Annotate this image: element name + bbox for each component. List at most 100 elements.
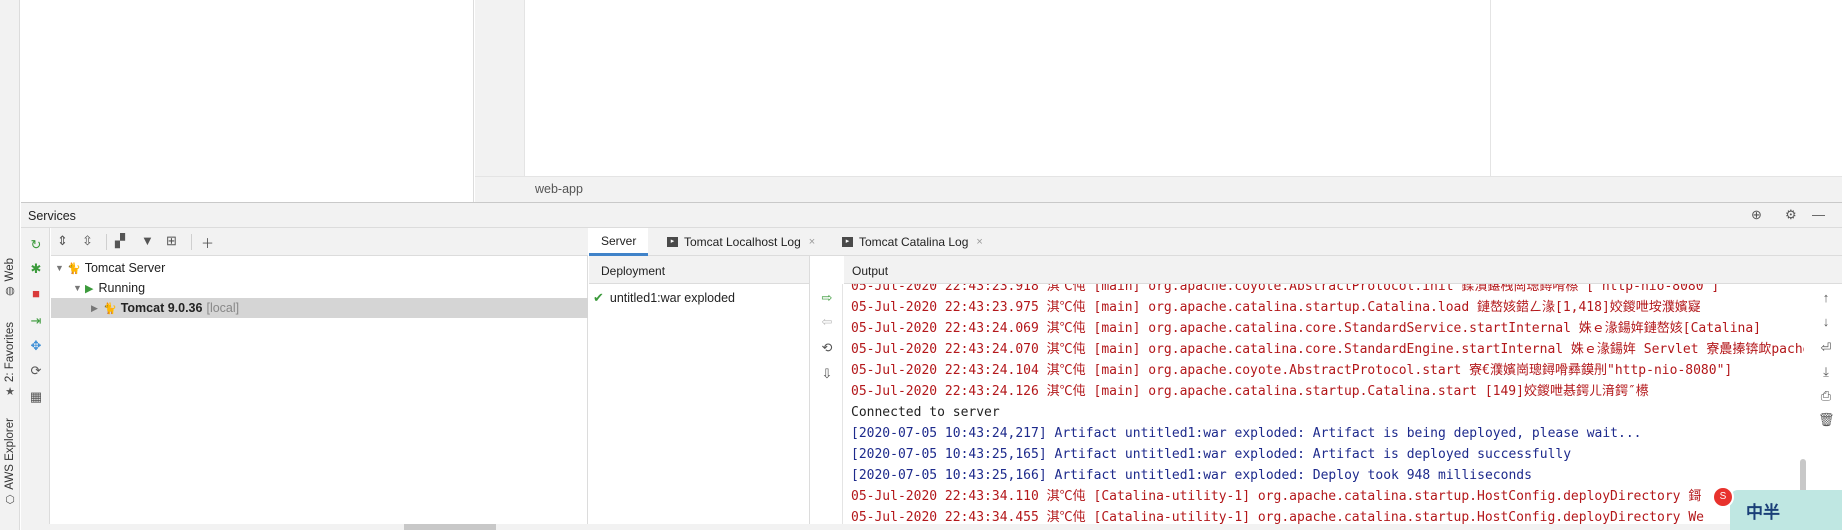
run-icon: ▶: [85, 282, 94, 295]
gear-icon[interactable]: ⚙: [1785, 207, 1797, 223]
clear-all-icon[interactable]: 🗑: [1818, 412, 1835, 428]
editor-area[interactable]: [526, 0, 1491, 176]
tool-tab-web-label: Web: [4, 258, 16, 282]
console-line: 05-Jul-2020 22:43:24.104 淇℃伅 [main] org.…: [851, 363, 1733, 378]
deployment-list: ✔ untitled1:war exploded: [589, 284, 810, 530]
expand-arrow-icon[interactable]: ▼: [55, 263, 67, 273]
scroll-down-icon[interactable]: ↓: [1818, 314, 1834, 329]
expand-arrow-icon[interactable]: ▼: [73, 283, 85, 293]
globe-icon: ◍: [5, 285, 15, 298]
rerun-icon[interactable]: ↻: [27, 236, 45, 254]
stop-icon[interactable]: ■: [27, 285, 45, 303]
debug-icon[interactable]: ✱: [27, 260, 45, 278]
ime-badge-icon: S: [1712, 486, 1734, 508]
ime-label: 中半: [1746, 503, 1780, 523]
editor-right-area: [1492, 0, 1842, 176]
output-header-label: Output: [852, 264, 889, 278]
tomcat-icon: 🐈: [103, 302, 117, 315]
console-line: 05-Jul-2020 22:43:34.110 淇℃伅 [Catalina-u…: [851, 489, 1702, 504]
deployment-item-label: untitled1:war exploded: [609, 291, 735, 305]
soft-wrap-icon[interactable]: ⏎: [1818, 340, 1834, 356]
editor-gutter: [475, 0, 525, 176]
tool-tab-web[interactable]: Web ◍: [0, 258, 20, 297]
console-line: [2020-07-05 10:43:25,165] Artifact untit…: [851, 447, 1572, 462]
update-icon[interactable]: ⇩: [819, 366, 835, 382]
redeploy-icon[interactable]: ⟲: [819, 340, 835, 356]
tool-tab-aws-explorer[interactable]: AWS Explorer ⬡: [0, 418, 20, 506]
project-panel: [21, 0, 474, 202]
collapse-all-icon[interactable]: ⇳: [82, 233, 93, 249]
console-output[interactable]: 05-Jul-2020 22:43:23.918 淇℃伅 [main] org.…: [844, 284, 1804, 530]
services-tree: ▼ 🐈 Tomcat Server ▼ ▶ Running ▶ 🐈 Tomcat…: [51, 256, 588, 530]
deployment-item[interactable]: ✔ untitled1:war exploded: [593, 290, 735, 306]
tool-tab-aws-label: AWS Explorer: [4, 418, 16, 490]
expand-arrow-icon[interactable]: ▶: [91, 303, 103, 314]
refresh-icon[interactable]: ⟳: [27, 362, 45, 380]
console-line: 05-Jul-2020 22:43:24.069 淇℃伅 [main] org.…: [851, 321, 1762, 336]
deploy-arrow-icon[interactable]: ⇨: [819, 290, 835, 306]
add-icon[interactable]: ＋: [201, 233, 214, 252]
horizontal-scrollbar[interactable]: [21, 524, 1842, 530]
filter-icon[interactable]: ▼: [141, 233, 154, 248]
close-icon[interactable]: ×: [976, 236, 982, 248]
deployment-actions: ⇨ ⇦ ⟲ ⇩: [811, 284, 843, 530]
open-new-tab-icon[interactable]: ⊞: [166, 233, 177, 249]
close-icon[interactable]: ×: [809, 236, 815, 248]
deploy-icon[interactable]: ⇥: [27, 312, 45, 330]
tomcat-icon: 🐈: [67, 262, 81, 275]
services-title: Services: [28, 209, 76, 223]
tree-node-suffix: [local]: [206, 301, 240, 315]
undeploy-icon[interactable]: ⇦: [819, 314, 835, 330]
log-icon: ▸: [842, 237, 853, 247]
console-line: [2020-07-05 10:43:25,166] Artifact untit…: [851, 468, 1532, 483]
group-services-icon[interactable]: ▞: [115, 233, 125, 249]
console-line: Connected to server: [851, 405, 1000, 420]
output-header: Output: [844, 256, 1842, 284]
tree-node-label: Tomcat Server: [84, 261, 166, 275]
tool-tab-favorites[interactable]: 2: Favorites ★: [0, 322, 20, 398]
tab-tomcat-catalina-log[interactable]: ▸ Tomcat Catalina Log ×: [834, 228, 991, 256]
layout-icon[interactable]: ▦: [27, 388, 45, 406]
toolbar-separator: [106, 234, 107, 250]
tool-tab-favorites-label: 2: Favorites: [4, 322, 16, 383]
tree-node-running[interactable]: ▼ ▶ Running: [51, 278, 588, 298]
services-actions: ↻ ✱ ■ ⇥ ✥ ⟳ ▦: [21, 228, 50, 530]
scroll-to-end-icon[interactable]: ⤓: [1818, 364, 1834, 380]
details-tabs: Server ▸ Tomcat Localhost Log × ▸ Tomcat…: [589, 228, 1842, 256]
tree-node-label: Running: [98, 281, 146, 295]
console-line: 05-Jul-2020 22:43:23.918 淇℃伅 [main] org.…: [851, 284, 1720, 294]
toolbar-separator: [191, 234, 192, 250]
console-line: 05-Jul-2020 22:43:24.070 淇℃伅 [main] org.…: [851, 342, 1804, 357]
deployment-header-label: Deployment: [601, 264, 666, 278]
tree-node-tomcat-instance[interactable]: ▶ 🐈 Tomcat 9.0.36 [local]: [51, 298, 588, 318]
scroll-up-icon[interactable]: ↑: [1818, 290, 1834, 305]
checkmark-icon: ✔: [593, 290, 604, 305]
console-lines: 05-Jul-2020 22:43:23.918 淇℃伅 [main] org.…: [851, 284, 1804, 528]
tab-server[interactable]: Server: [589, 228, 649, 256]
target-icon[interactable]: ⊕: [1751, 207, 1762, 223]
console-line: 05-Jul-2020 22:43:23.975 淇℃伅 [main] org.…: [851, 300, 1701, 315]
tab-label: Tomcat Catalina Log: [859, 235, 969, 249]
star-icon: ★: [5, 386, 15, 399]
console-line: 05-Jul-2020 22:43:24.126 淇℃伅 [main] org.…: [851, 384, 1649, 399]
print-icon[interactable]: ⎙: [1818, 388, 1834, 404]
tab-label: Server: [601, 233, 637, 248]
tree-node-tomcat-server[interactable]: ▼ 🐈 Tomcat Server: [51, 258, 588, 278]
expand-all-icon[interactable]: ⇕: [57, 233, 68, 249]
horizontal-scroll-thumb[interactable]: [404, 524, 496, 530]
left-tool-stripe: Web ◍ 2: Favorites ★ AWS Explorer ⬡: [0, 0, 20, 530]
services-header: Services ⊕ ⚙ —: [21, 202, 1842, 228]
breadcrumb-item[interactable]: web-app: [535, 182, 583, 196]
minimize-icon[interactable]: —: [1812, 207, 1825, 222]
services-tree-toolbar: ⇕ ⇳ ▞ ▼ ⊞ ＋: [51, 228, 588, 256]
breadcrumb: web-app: [475, 176, 1842, 202]
deployment-header: Deployment: [589, 256, 810, 284]
aws-cube-icon: ⬡: [5, 493, 15, 506]
tree-node-label: Tomcat 9.0.36: [120, 301, 203, 315]
console-line: [2020-07-05 10:43:24,217] Artifact untit…: [851, 426, 1642, 441]
group-icon[interactable]: ✥: [27, 337, 45, 355]
ime-widget[interactable]: 中半 S: [1712, 486, 1842, 530]
tab-tomcat-localhost-log[interactable]: ▸ Tomcat Localhost Log ×: [659, 228, 823, 256]
log-icon: ▸: [667, 237, 678, 247]
tab-label: Tomcat Localhost Log: [684, 235, 801, 249]
